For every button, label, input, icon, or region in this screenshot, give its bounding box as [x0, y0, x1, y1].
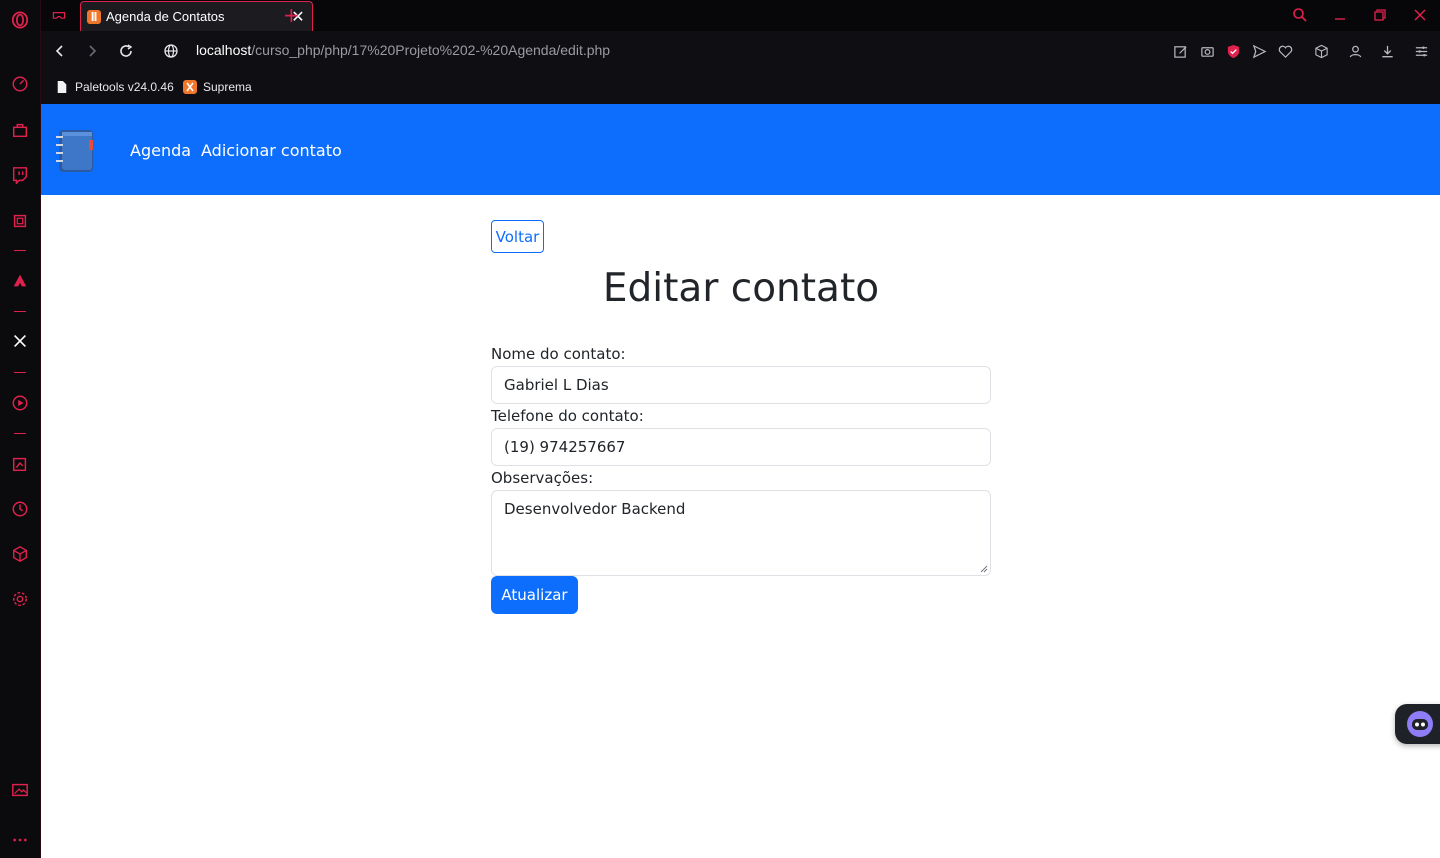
- reload-icon[interactable]: [116, 41, 136, 61]
- xampp-icon: [183, 80, 197, 94]
- cpu-limiter-icon[interactable]: [10, 211, 30, 231]
- heart-icon[interactable]: [1276, 42, 1294, 60]
- profile-icon[interactable]: [1346, 42, 1364, 60]
- sidebar-separator: [14, 250, 26, 251]
- name-input[interactable]: Gabriel L Dias: [491, 366, 991, 404]
- wallpaper-icon[interactable]: [10, 780, 30, 800]
- snapshot-edit-icon[interactable]: [1171, 42, 1189, 60]
- gx-corner-icon[interactable]: [47, 5, 71, 25]
- address-bar: localhost/curso_php/php/17%20Projeto%202…: [41, 31, 1440, 71]
- browser-sidebar: [0, 0, 41, 858]
- shopping-bag-icon[interactable]: [10, 120, 30, 140]
- bookmark-label: Paletools v24.0.46: [75, 80, 174, 94]
- url-field[interactable]: localhost/curso_php/php/17%20Projeto%202…: [196, 42, 610, 58]
- download-icon[interactable]: [1378, 42, 1396, 60]
- tab-bar: ǁ Agenda de Contatos ✕ +: [41, 0, 1440, 31]
- sidebar-separator: [14, 433, 26, 434]
- close-window-icon[interactable]: [1408, 4, 1432, 26]
- camera-icon[interactable]: [1198, 42, 1216, 60]
- site-info-globe-icon[interactable]: [161, 41, 181, 61]
- extensions-icon[interactable]: [1312, 42, 1330, 60]
- player-icon[interactable]: [10, 393, 30, 413]
- nav-link-adicionar-contato[interactable]: Adicionar contato: [201, 141, 342, 160]
- name-label: Nome do contato:: [491, 345, 626, 363]
- tab-title: Agenda de Contatos: [106, 9, 225, 24]
- aria-icon[interactable]: [10, 271, 30, 291]
- update-button[interactable]: Atualizar: [491, 576, 578, 614]
- history-icon[interactable]: [10, 499, 30, 519]
- forward-icon[interactable]: [82, 41, 102, 61]
- resize-handle-icon[interactable]: [980, 565, 988, 573]
- send-icon[interactable]: [1250, 42, 1268, 60]
- xampp-favicon-icon: ǁ: [87, 9, 101, 24]
- web-page: Agenda Adicionar contato Voltar Editar c…: [41, 104, 1440, 858]
- phone-input[interactable]: (19) 974257667: [491, 428, 991, 466]
- twitch-icon[interactable]: [10, 165, 30, 185]
- extensions-cube-icon[interactable]: [10, 544, 30, 564]
- phone-value: (19) 974257667: [504, 438, 626, 456]
- name-value: Gabriel L Dias: [504, 376, 609, 394]
- phone-label: Telefone do contato:: [491, 407, 644, 425]
- url-host: localhost: [196, 42, 252, 58]
- chat-widget[interactable]: [1395, 704, 1440, 744]
- page-icon: [55, 80, 69, 94]
- site-navbar: Agenda Adicionar contato: [41, 104, 1440, 195]
- sidebar-separator: [14, 372, 26, 373]
- speedometer-icon[interactable]: [10, 74, 30, 94]
- bookmark-label: Suprema: [203, 80, 252, 94]
- adblock-shield-icon[interactable]: [1224, 42, 1242, 60]
- url-path: /curso_php/php/17%20Projeto%202-%20Agend…: [251, 42, 611, 58]
- bookmark-paletools[interactable]: Paletools v24.0.46: [55, 76, 174, 98]
- bookmarks-bar: Paletools v24.0.46 Suprema: [41, 71, 1440, 104]
- easy-setup-menu-icon[interactable]: [1412, 42, 1430, 60]
- search-tabs-icon[interactable]: [1288, 4, 1312, 26]
- more-options-icon[interactable]: [10, 830, 30, 850]
- back-button[interactable]: Voltar: [491, 220, 544, 253]
- pinboard-icon[interactable]: [10, 454, 30, 474]
- x-twitter-icon[interactable]: [10, 331, 30, 351]
- settings-gear-icon[interactable]: [10, 589, 30, 609]
- bot-face-icon: [1407, 711, 1433, 737]
- notes-label: Observações:: [491, 469, 594, 487]
- bookmark-suprema[interactable]: Suprema: [183, 76, 252, 98]
- notebook-logo[interactable]: [53, 128, 97, 174]
- back-icon[interactable]: [50, 41, 70, 61]
- page-title: Editar contato: [602, 266, 880, 311]
- nav-link-agenda[interactable]: Agenda: [130, 141, 191, 160]
- restore-icon[interactable]: [1368, 4, 1392, 26]
- active-tab[interactable]: ǁ Agenda de Contatos ✕: [80, 1, 313, 31]
- notes-value: Desenvolvedor Backend: [504, 500, 686, 518]
- opera-logo-icon[interactable]: [10, 10, 30, 30]
- new-tab-button[interactable]: +: [283, 3, 300, 27]
- notes-textarea[interactable]: Desenvolvedor Backend: [491, 490, 991, 576]
- sidebar-separator: [14, 311, 26, 312]
- minimize-icon[interactable]: [1328, 4, 1352, 26]
